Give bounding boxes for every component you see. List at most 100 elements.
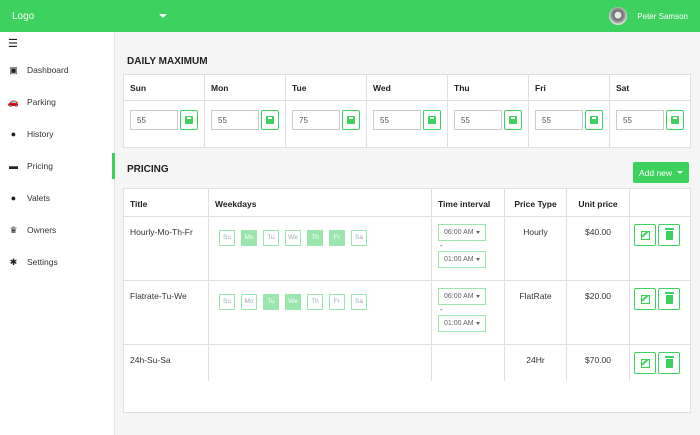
price-type: FlatRate: [505, 281, 567, 344]
user-menu[interactable]: Peter Samson: [609, 7, 688, 25]
edit-icon: [640, 230, 650, 240]
pricing-title: PRICING: [127, 164, 169, 175]
hamburger-menu-icon[interactable]: ☰: [8, 37, 18, 50]
day-body: 55: [367, 101, 447, 139]
chevron-down-icon: [476, 322, 480, 325]
save-button[interactable]: [585, 110, 603, 130]
day-body: 55: [448, 101, 528, 139]
daily-max-input[interactable]: 55: [130, 110, 178, 130]
daily-max-input[interactable]: 55: [373, 110, 421, 130]
sidebar-item-label: Pricing: [27, 161, 53, 171]
weekday-toggle-th[interactable]: Th: [307, 230, 323, 246]
day-header: Sat: [610, 75, 690, 101]
pricing-table: Title Weekdays Time interval Price Type Unit…: [123, 188, 691, 413]
weekday-toggle-tu[interactable]: Tu: [263, 230, 279, 246]
save-button[interactable]: [666, 110, 684, 130]
time-interval-cell: 06:00 AM -01:00 AM: [432, 217, 505, 280]
daily-col-sun: Sun 55: [124, 75, 205, 147]
end-time-value: 01:00 AM: [444, 320, 474, 327]
time-separator: -: [440, 241, 443, 250]
edit-button[interactable]: [634, 224, 656, 246]
chevron-down-icon: [476, 258, 480, 261]
save-icon: [509, 116, 517, 124]
rate-title: Hourly-Mo-Th-Fr: [124, 217, 209, 280]
rate-title: 24h-Su-Sa: [124, 345, 209, 381]
daily-col-thu: Thu 55: [448, 75, 529, 147]
save-button[interactable]: [423, 110, 441, 130]
delete-button[interactable]: [658, 288, 680, 310]
weekdays-cell: [209, 345, 432, 381]
clock-icon: ●: [10, 129, 17, 139]
weekday-toggle-we[interactable]: We: [285, 230, 301, 246]
weekday-toggle-fr[interactable]: Fr: [329, 294, 345, 310]
sidebar-item-dashboard[interactable]: ▣ Dashboard: [0, 57, 115, 83]
save-button[interactable]: [180, 110, 198, 130]
sidebar-item-owners[interactable]: ♛ Owners: [0, 217, 115, 243]
day-header: Tue: [286, 75, 366, 101]
logo-dropdown[interactable]: Logo: [12, 11, 167, 22]
weekday-toggle-su[interactable]: Su: [219, 230, 235, 246]
sidebar-item-valets[interactable]: ● Valets: [0, 185, 115, 211]
edit-button[interactable]: [634, 288, 656, 310]
day-header: Fri: [529, 75, 609, 101]
end-time-value: 01:00 AM: [444, 256, 474, 263]
start-time-select[interactable]: 06:00 AM: [438, 288, 486, 305]
start-time-select[interactable]: 06:00 AM: [438, 224, 486, 241]
daily-max-input[interactable]: 55: [211, 110, 259, 130]
weekdays-cell: Su Mo Tu We Th Fr Sa: [209, 217, 432, 280]
sidebar-item-pricing[interactable]: ▬ Pricing: [0, 153, 115, 179]
col-weekdays: Weekdays: [209, 189, 432, 216]
day-body: 55: [124, 101, 204, 139]
daily-max-input[interactable]: 55: [535, 110, 583, 130]
weekday-toggle-tu[interactable]: Tu: [263, 294, 279, 310]
avatar[interactable]: [609, 7, 628, 25]
save-icon: [428, 116, 436, 124]
daily-col-wed: Wed 55: [367, 75, 448, 147]
daily-max-input[interactable]: 75: [292, 110, 340, 130]
weekday-toggle-fr[interactable]: Fr: [329, 230, 345, 246]
daily-max-input[interactable]: 55: [616, 110, 664, 130]
end-time-select[interactable]: 01:00 AM: [438, 251, 486, 268]
sidebar-item-settings[interactable]: ✱ Settings: [0, 249, 115, 275]
add-new-button[interactable]: Add new: [633, 162, 689, 183]
sidebar-item-label: Owners: [27, 225, 57, 235]
save-button[interactable]: [261, 110, 279, 130]
end-time-select[interactable]: 01:00 AM: [438, 315, 486, 332]
price-type: 24Hr: [505, 345, 567, 381]
delete-button[interactable]: [658, 224, 680, 246]
weekday-toggle-su[interactable]: Su: [219, 294, 235, 310]
daily-max-input[interactable]: 55: [454, 110, 502, 130]
delete-button[interactable]: [658, 352, 680, 374]
daily-maximum-table: Sun 55 Mon 55 Tue 75 Wed 55 Thu 55 Fri 55 Sat 55: [123, 74, 691, 148]
sidebar-item-history[interactable]: ● History: [0, 121, 115, 147]
weekday-toggle-sa[interactable]: Sa: [351, 294, 367, 310]
gear-icon: ✱: [9, 256, 18, 267]
user-name: Peter Samson: [637, 11, 688, 21]
save-button[interactable]: [504, 110, 522, 130]
weekday-toggle-we[interactable]: We: [285, 294, 301, 310]
start-time-value: 06:00 AM: [444, 229, 474, 236]
weekday-toggle-sa[interactable]: Sa: [351, 230, 367, 246]
sidebar-item-label: History: [27, 129, 54, 139]
daily-col-mon: Mon 55: [205, 75, 286, 147]
day-body: 55: [529, 101, 609, 139]
weekday-toggle-mo[interactable]: Mo: [241, 230, 257, 246]
table-header-row: Title Weekdays Time interval Price Type Unit…: [124, 189, 690, 217]
main-content: DAILY MAXIMUM Sun 55 Mon 55 Tue 75 Wed 55 Thu 55 F…: [116, 32, 700, 435]
unit-price: $20.00: [567, 281, 630, 344]
save-icon: [347, 116, 355, 124]
car-icon: 🚗: [7, 96, 20, 107]
chevron-down-icon: [476, 295, 480, 298]
save-icon: [185, 116, 193, 124]
price-icon: ▬: [9, 161, 18, 171]
weekday-toggle-mo[interactable]: Mo: [241, 294, 257, 310]
save-button[interactable]: [342, 110, 360, 130]
edit-button[interactable]: [634, 352, 656, 374]
chevron-down-icon: [476, 231, 480, 234]
table-row: 24h-Su-Sa 24Hr $70.00: [124, 345, 690, 381]
day-body: 55: [610, 101, 690, 139]
sidebar-item-parking[interactable]: 🚗 Parking: [0, 89, 115, 115]
time-interval-cell: 06:00 AM -01:00 AM: [432, 281, 505, 344]
sidebar-item-label: Settings: [27, 257, 58, 267]
weekday-toggle-th[interactable]: Th: [307, 294, 323, 310]
